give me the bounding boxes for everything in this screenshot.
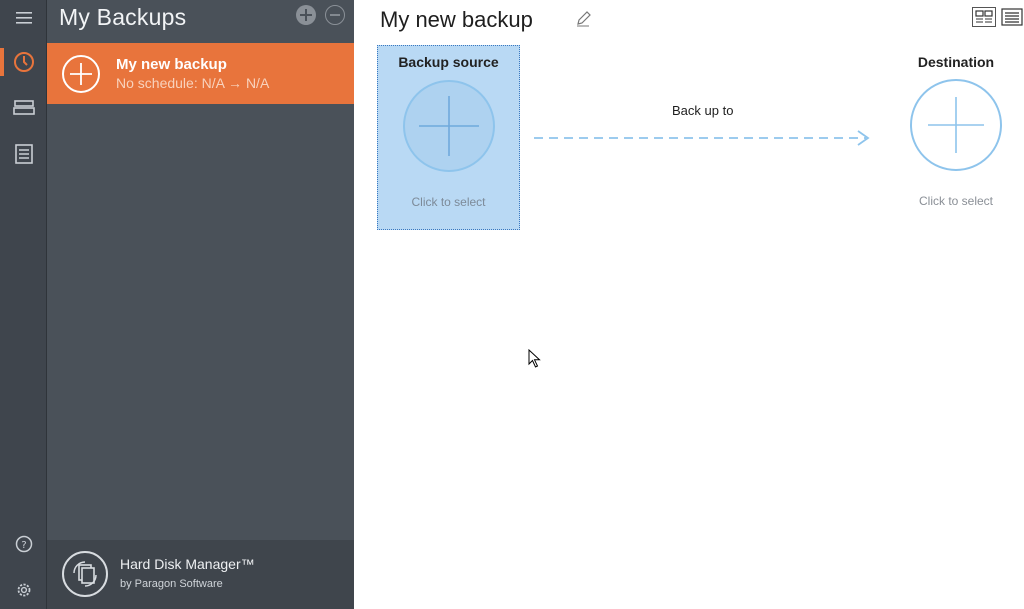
source-hint: Click to select <box>411 195 486 209</box>
plus-circle-icon <box>62 55 100 93</box>
app-window: ? My Backups My new backup No schedule: … <box>0 0 1024 609</box>
panel-title: My Backups <box>59 4 187 30</box>
clock-icon[interactable] <box>0 44 47 80</box>
tile-view-icon[interactable] <box>972 7 996 27</box>
remove-backup-button[interactable] <box>325 5 345 25</box>
plus-icon <box>403 80 495 172</box>
edit-name-icon[interactable] <box>573 9 593 29</box>
destination-title: Destination <box>917 54 995 70</box>
backup-name: My new backup <box>116 56 227 73</box>
mouse-cursor-icon <box>528 349 541 368</box>
destination-hint: Click to select <box>918 194 994 208</box>
svg-text:?: ? <box>21 540 26 551</box>
log-list-icon[interactable] <box>0 136 47 172</box>
drives-icon[interactable] <box>0 90 47 126</box>
product-name: Hard Disk Manager™ <box>120 556 255 572</box>
backups-panel: My Backups My new backup No schedule: N/… <box>47 0 354 609</box>
destination-selector[interactable]: Destination Click to select <box>908 52 1004 212</box>
plus-icon <box>910 79 1002 171</box>
vendor-name: by Paragon Software <box>120 578 223 590</box>
product-footer: Hard Disk Manager™ by Paragon Software <box>47 540 354 609</box>
dashed-arrow-icon <box>534 130 870 146</box>
source-title: Backup source <box>398 54 499 70</box>
product-logo-icon <box>62 551 108 597</box>
list-view-icon[interactable] <box>1000 7 1024 27</box>
page-title: My new backup <box>380 7 533 32</box>
backup-source-selector[interactable]: Backup source Click to select <box>377 45 520 230</box>
backup-schedule: No schedule: N/A → N/A <box>116 75 270 91</box>
help-icon[interactable]: ? <box>0 526 47 562</box>
nav-rail: ? <box>0 0 47 609</box>
arrow-label: Back up to <box>672 103 734 118</box>
gear-icon[interactable] <box>0 572 47 608</box>
add-backup-button[interactable] <box>296 5 316 25</box>
hamburger-menu-icon[interactable] <box>0 0 47 36</box>
backup-list-item[interactable]: My new backup No schedule: N/A → N/A <box>47 43 354 104</box>
backup-editor: My new backup Backup source Click to sel… <box>354 0 1024 609</box>
